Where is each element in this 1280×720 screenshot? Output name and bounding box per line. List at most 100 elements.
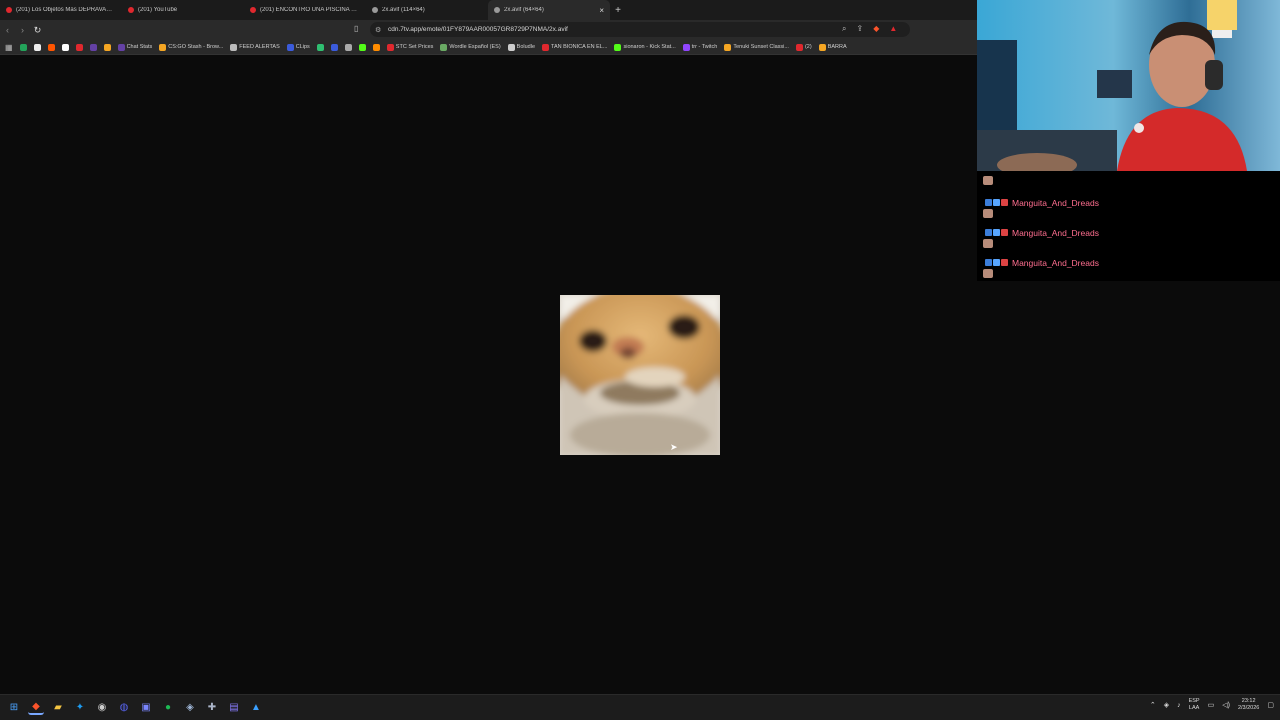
spotify-icon[interactable]: ● [160, 699, 176, 715]
bookmark-item[interactable] [61, 43, 69, 51]
windows-start-icon[interactable]: ⊞ [6, 699, 22, 715]
bookmark-item[interactable] [358, 43, 366, 51]
chat-username[interactable]: Manguita_And_Dreads [1012, 198, 1099, 208]
new-tab-button[interactable]: + [610, 5, 626, 16]
mic-icon[interactable]: ♪ [1177, 702, 1181, 709]
discord-icon[interactable]: ◍ [116, 699, 132, 715]
bookmark-item[interactable]: CLips [286, 43, 310, 51]
network-icon[interactable]: ▭ [1208, 701, 1215, 709]
bookmark-icon[interactable]: ▯ [354, 24, 358, 33]
bookmark-item[interactable]: FEED ALERTAS [230, 43, 280, 51]
app-icon[interactable]: ▤ [226, 699, 242, 715]
chat-username[interactable]: Manguita_And_Dreads [1012, 228, 1099, 238]
chat-emote-icon [983, 176, 993, 185]
bookmark-favicon-icon [47, 43, 55, 51]
tab-3[interactable]: (201) ENCONTRÓ UNA PISCINA CON [244, 0, 366, 20]
steam-icon[interactable]: ◈ [182, 699, 198, 715]
bookmark-item[interactable]: BARRA [818, 43, 847, 51]
bookmark-label: Chat Stats [126, 44, 153, 50]
bookmark-favicon-icon [614, 43, 622, 51]
steam-tray-icon[interactable]: ◈ [1164, 701, 1169, 709]
zoom-icon[interactable]: ⌕ [842, 24, 846, 34]
twitter-icon[interactable]: ✦ [72, 699, 88, 715]
clock-date: 2/3/2026 [1237, 705, 1260, 711]
bookmark-favicon-icon [542, 43, 550, 51]
bookmark-label: sionaron - Kick Stat... [623, 44, 676, 50]
chevron-up-icon[interactable]: ⌃ [1150, 701, 1156, 709]
bookmark-item[interactable] [316, 43, 324, 51]
badge-icon [1001, 259, 1008, 266]
tab-label: (201) Los Objetos Más DEPRAVADOS [16, 7, 116, 13]
bookmark-item[interactable]: trr - Twitch [682, 43, 718, 51]
address-bar[interactable]: ⚙ cdn.7tv.app/emote/01FY879AAR00057GR872… [370, 22, 910, 37]
tab-2[interactable]: (201) YouTube [122, 0, 244, 20]
bookmark-favicon-icon [682, 43, 690, 51]
windows-taskbar: ⊞ ◆ ▰ ✦ ◉ ◍ ▣ ● ◈ ✚ ▤ ▲ ⌃ ◈ ♪ ESP LAA ▭ ◁) 23:12 2/… [0, 694, 1280, 720]
brave-rewards-icon[interactable]: ▲ [889, 24, 897, 34]
bookmark-item[interactable] [330, 43, 338, 51]
bookmark-item[interactable]: CS:GO Stash - Brow... [159, 43, 223, 51]
browser-toolbar: ‹ › ↻ ▯ ⚙ cdn.7tv.app/emote/01FY879AAR00… [0, 20, 977, 40]
language-indicator[interactable]: ESP LAA [1189, 698, 1200, 712]
bookmark-item[interactable] [344, 43, 352, 51]
clock[interactable]: 23:12 2/3/2026 [1238, 698, 1259, 712]
volume-icon[interactable]: ◁) [1222, 701, 1230, 709]
bookmark-favicon-icon [61, 43, 69, 51]
brave-icon[interactable]: ◆ [28, 699, 44, 715]
forward-button[interactable]: › [15, 25, 30, 35]
bookmark-favicon-icon [344, 43, 352, 51]
mouse-cursor: ➤ [670, 442, 678, 452]
bookmark-item[interactable]: Tenuki Sunset Classi... [724, 43, 789, 51]
globe-icon [372, 7, 378, 13]
bookmark-label: TAN BIONICA EN EL... [551, 44, 608, 50]
bookmark-favicon-icon [75, 43, 83, 51]
bookmark-label: trr - Twitch [691, 44, 718, 50]
controller-icon[interactable]: ✚ [204, 699, 220, 715]
badge-icon [1001, 229, 1008, 236]
bookmark-item[interactable] [103, 43, 111, 51]
bookmark-item[interactable] [33, 43, 41, 51]
tab-4[interactable]: 2x.avif (114×64) [366, 0, 488, 20]
bookmark-item[interactable] [75, 43, 83, 51]
bookmark-item[interactable]: STC Set Prices [386, 43, 433, 51]
bookmark-item[interactable]: Chat Stats [117, 43, 153, 51]
bookmark-item[interactable]: (2) [795, 43, 812, 51]
bookmark-item[interactable]: sionaron - Kick Stat... [614, 43, 676, 51]
bookmark-favicon-icon [159, 43, 167, 51]
bookmark-item[interactable] [89, 43, 97, 51]
user-badges [985, 259, 1008, 266]
tab-label: 2x.avif (64×64) [504, 7, 544, 13]
bookmark-label: Tenuki Sunset Classi... [733, 44, 789, 50]
bookmark-item[interactable] [19, 43, 27, 51]
close-tab-icon[interactable]: × [599, 6, 604, 15]
bookmark-favicon-icon [372, 43, 380, 51]
url-text: cdn.7tv.app/emote/01FY879AAR00057GR8729P… [388, 26, 568, 33]
bookmark-item[interactable]: TAN BIONICA EN EL... [542, 43, 608, 51]
chat-app-icon[interactable]: ▣ [138, 699, 154, 715]
reload-button[interactable]: ↻ [30, 25, 45, 36]
bookmark-favicon-icon [724, 43, 732, 51]
chat-username[interactable]: Manguita_And_Dreads [1012, 258, 1099, 268]
bookmark-favicon-icon [19, 43, 27, 51]
site-info-icon[interactable]: ⚙ [375, 26, 381, 34]
keyboard-layout: LAA [1188, 705, 1200, 711]
bookmark-item[interactable] [372, 43, 380, 51]
bookmark-item[interactable]: Wordle Español (ES) [440, 43, 501, 51]
tab-1[interactable]: (201) Los Objetos Más DEPRAVADOS [0, 0, 122, 20]
apps-grid-icon[interactable]: ▦ [5, 43, 13, 52]
paint-icon[interactable]: ▲ [248, 699, 264, 715]
file-explorer-icon[interactable]: ▰ [50, 699, 66, 715]
badge-icon [985, 259, 992, 266]
obs-icon[interactable]: ◉ [94, 699, 110, 715]
globe-icon [494, 7, 500, 13]
tab-label: (201) ENCONTRÓ UNA PISCINA CON [260, 7, 360, 13]
tab-label: 2x.avif (114×64) [382, 7, 425, 13]
share-icon[interactable]: ⇪ [856, 24, 863, 34]
tab-active[interactable]: 2x.avif (64×64) × [488, 0, 610, 20]
bookmark-item[interactable] [47, 43, 55, 51]
bookmark-item[interactable]: Boludle [507, 43, 535, 51]
notifications-icon[interactable]: ▢ [1267, 701, 1274, 709]
back-button[interactable]: ‹ [0, 25, 15, 35]
brave-shields-icon[interactable]: ◆ [873, 24, 879, 34]
youtube-icon [250, 7, 256, 13]
